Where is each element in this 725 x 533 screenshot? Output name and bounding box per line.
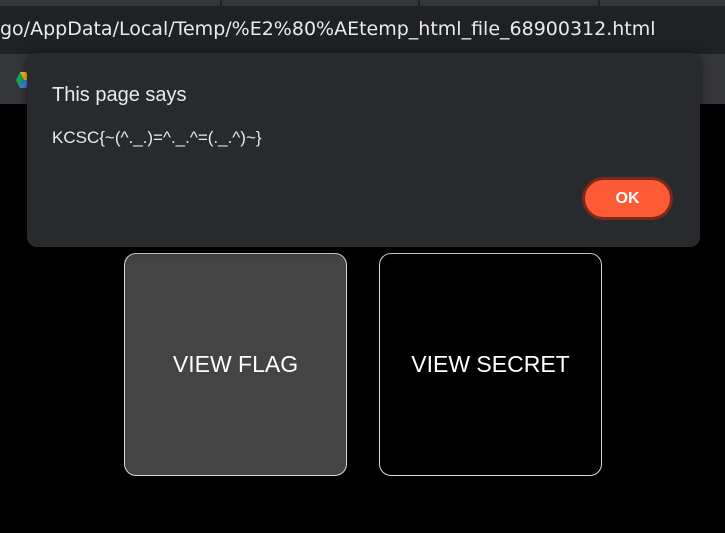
dialog-title: This page says [52, 84, 187, 106]
url-text[interactable]: go/AppData/Local/Temp/%E2%80%AEtemp_html… [0, 18, 656, 40]
dialog-message: KCSC{~(^._.)=^._.^=(._.^)~} [52, 128, 262, 147]
view-flag-button[interactable]: VIEW FLAG [124, 253, 347, 476]
ok-button[interactable]: OK [582, 177, 673, 220]
view-secret-label: VIEW SECRET [411, 351, 570, 377]
view-secret-button[interactable]: VIEW SECRET [379, 253, 602, 476]
ok-button-label: OK [615, 189, 640, 207]
address-bar[interactable]: go/AppData/Local/Temp/%E2%80%AEtemp_html… [0, 6, 725, 54]
view-flag-label: VIEW FLAG [172, 351, 299, 377]
alert-dialog: This page says KCSC{~(^._.)=^._.^=(._.^)… [27, 53, 700, 247]
